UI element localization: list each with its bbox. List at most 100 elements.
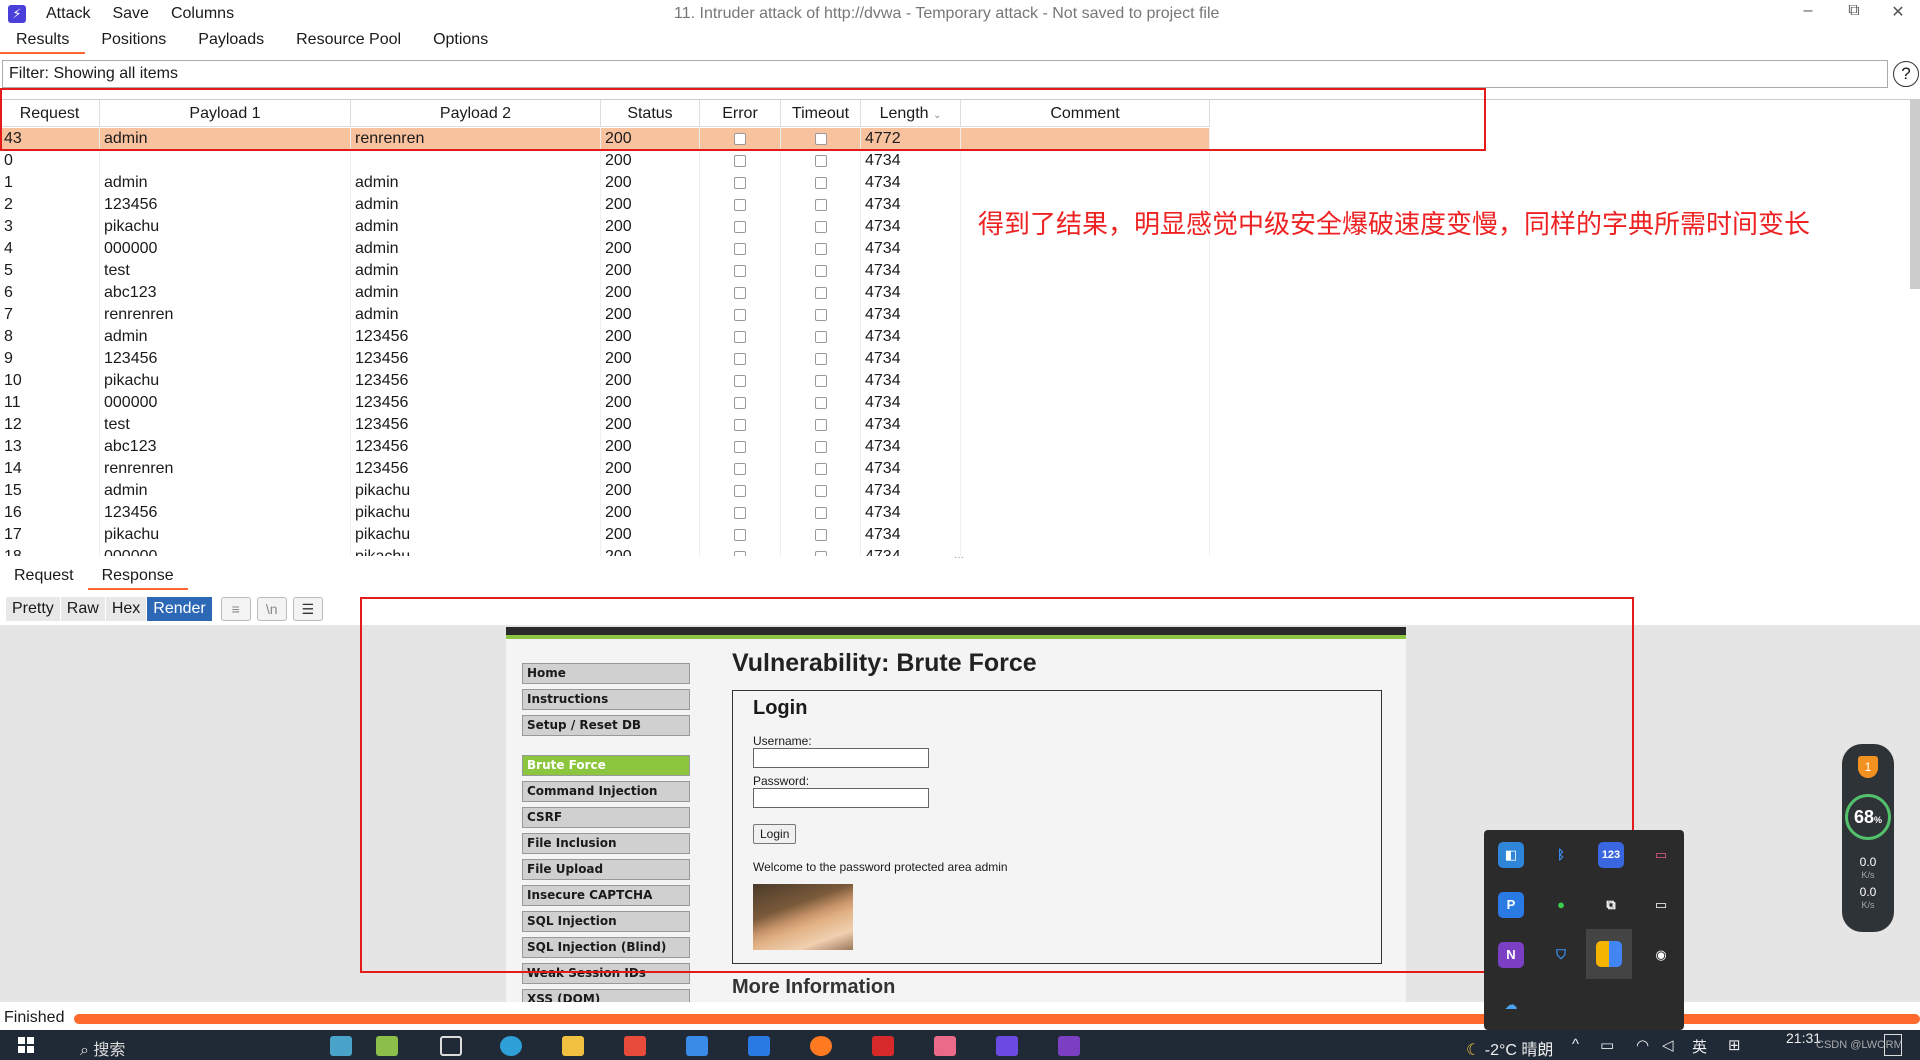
minimize-icon[interactable]: – [1788,2,1828,20]
tray-chevron-icon[interactable]: ^ [1572,1036,1579,1053]
checkbox[interactable] [814,221,827,233]
checkbox[interactable] [814,441,827,453]
onenote-taskbar-icon[interactable] [1058,1036,1080,1056]
checkbox[interactable] [734,331,746,343]
tab-results[interactable]: Results [0,28,86,54]
record-icon[interactable]: ◉ [1648,942,1674,968]
checkbox[interactable] [734,397,746,409]
view-hex-button[interactable]: Hex [105,597,147,621]
menu-attack[interactable]: Attack [46,5,90,23]
tab-options[interactable]: Options [417,28,504,54]
restore-icon[interactable]: ⧉ [1834,2,1874,20]
menu-save[interactable]: Save [112,5,148,23]
checkbox[interactable] [734,441,746,453]
burp-taskbar-icon[interactable] [996,1036,1018,1056]
table-row[interactable]: 6 abc123 admin 200 4734 [0,282,1910,304]
table-row[interactable]: 0 200 4734 [0,150,1910,172]
table-row[interactable]: 16 123456 pikachu 200 4734 [0,502,1910,524]
checkbox[interactable] [814,507,827,519]
checkbox[interactable] [734,287,746,299]
notification-icon[interactable] [1884,1034,1902,1056]
task-view-icon[interactable] [440,1036,462,1056]
shield-tray-icon[interactable]: ⛉ [1548,942,1574,968]
table-row[interactable]: 11 000000 123456 200 4734 [0,392,1910,414]
checkbox[interactable] [734,265,746,277]
bluetooth-icon[interactable]: ᛒ [1548,842,1574,868]
p-app-icon[interactable]: P [1498,892,1524,918]
wifi-icon[interactable]: ◠ [1636,1036,1649,1054]
view-pretty-button[interactable]: Pretty [6,597,60,621]
menu-columns[interactable]: Columns [171,5,234,23]
checkbox[interactable] [814,177,827,189]
checkbox[interactable] [734,375,746,387]
table-row[interactable]: 7 renrenren admin 200 4734 [0,304,1910,326]
checkbox[interactable] [814,155,827,167]
checkbox[interactable] [734,419,746,431]
taskbar-search[interactable]: ⌕ 搜索 [80,1036,125,1060]
store-icon[interactable] [624,1036,646,1056]
table-row[interactable]: 14 renrenren 123456 200 4734 [0,458,1910,480]
tab-resource-pool[interactable]: Resource Pool [280,28,417,54]
checkbox[interactable] [734,485,746,497]
menu-icon[interactable]: ☰ [292,597,323,621]
file-explorer-icon[interactable] [562,1036,584,1056]
checkbox[interactable] [814,485,827,497]
table-row[interactable]: 13 abc123 123456 200 4734 [0,436,1910,458]
tab-positions[interactable]: Positions [85,28,182,54]
keyboard-icon[interactable]: ⊞ [1728,1036,1741,1054]
weather[interactable]: ☾ -2°C 晴朗 [1466,1036,1553,1060]
table-row[interactable]: 17 pikachu pikachu 200 4734 [0,524,1910,546]
checkbox[interactable] [814,243,827,255]
p-taskbar-icon[interactable] [748,1036,770,1056]
checkbox[interactable] [734,529,746,541]
checkbox[interactable] [734,243,746,255]
volume-icon[interactable]: ◁ [1662,1036,1674,1054]
checkbox[interactable] [734,221,746,233]
music-icon[interactable] [934,1036,956,1056]
checkbox[interactable] [734,551,746,556]
checkbox[interactable] [814,397,827,409]
checkbox[interactable] [734,155,746,167]
pan123-icon[interactable]: 123 [1598,842,1624,868]
dvwa-menu-item[interactable]: XSS (DOM) [522,989,690,1002]
bilibili-icon[interactable]: ▭ [1648,842,1674,868]
taskbar-app-icon[interactable] [376,1036,398,1056]
colorful-app-icon[interactable] [1596,941,1622,967]
checkbox[interactable] [734,353,746,365]
checkbox[interactable] [734,199,746,211]
firefox-icon[interactable] [810,1036,832,1056]
checkbox[interactable] [734,507,746,519]
wps-icon[interactable] [872,1036,894,1056]
tab-payloads[interactable]: Payloads [182,28,280,54]
table-row[interactable]: 1 admin admin 200 4734 [0,172,1910,194]
tab-response[interactable]: Response [87,564,188,590]
table-row[interactable]: 8 admin 123456 200 4734 [0,326,1910,348]
checkbox[interactable] [814,375,827,387]
network-widget[interactable]: 1 68% 0.0 K/s 0.0 K/s [1842,744,1894,932]
wrap-lines-icon[interactable]: ≡ [220,597,251,621]
checkbox[interactable] [814,529,827,541]
checkbox[interactable] [734,177,746,189]
table-row[interactable]: 10 pikachu 123456 200 4734 [0,370,1910,392]
checkbox[interactable] [814,287,827,299]
checkbox[interactable] [734,309,746,321]
checkbox[interactable] [814,309,827,321]
table-row[interactable]: 4 000000 admin 200 4734 [0,238,1910,260]
help-icon[interactable]: ? [1893,61,1919,87]
show-newlines-icon[interactable]: \n [256,597,287,621]
onedrive-icon[interactable]: ☁ [1498,992,1524,1018]
checkbox[interactable] [814,419,827,431]
tab-request[interactable]: Request [0,564,88,590]
windows-start-icon[interactable] [18,1037,34,1053]
view-raw-button[interactable]: Raw [60,597,105,621]
onenote-icon[interactable]: N [1498,942,1524,968]
mail-icon[interactable] [686,1036,708,1056]
tray-app-icon[interactable]: ◧ [1498,842,1524,868]
taskbar-game-icon[interactable] [330,1036,352,1056]
checkbox[interactable] [814,199,827,211]
table-row[interactable]: 12 test 123456 200 4734 [0,414,1910,436]
checkbox[interactable] [814,551,827,556]
table-row[interactable]: 5 test admin 200 4734 [0,260,1910,282]
checkbox[interactable] [814,331,827,343]
battery-icon[interactable]: ▭ [1600,1036,1614,1054]
